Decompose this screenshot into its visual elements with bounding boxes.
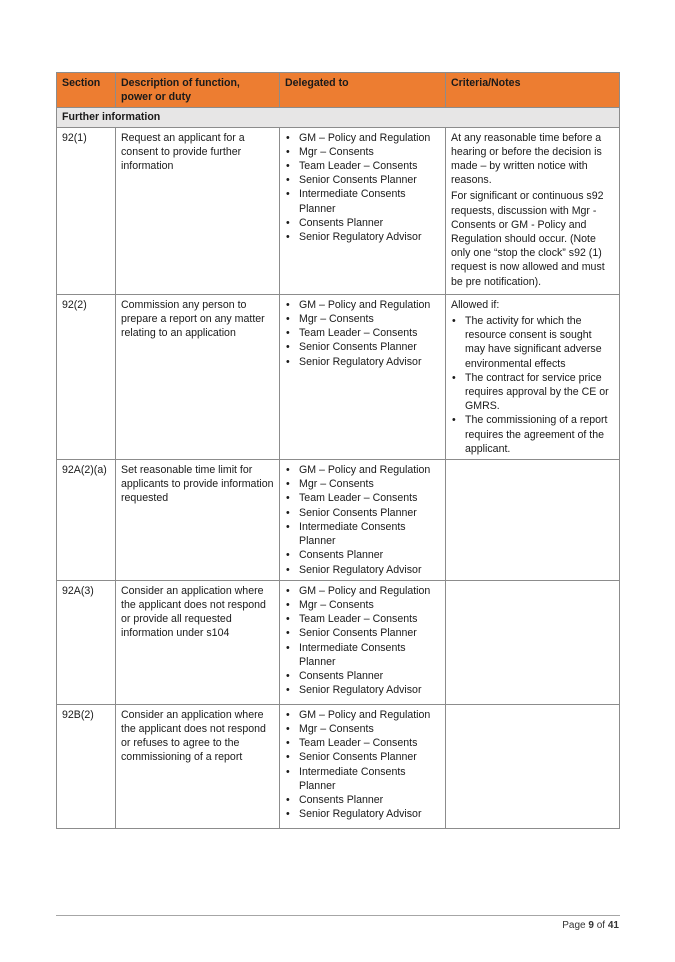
description-cell: Set reasonable time limit for applicants… (115, 459, 280, 581)
criteria-notes-cell: Allowed if: The activity for which the re… (445, 293, 620, 461)
delegate-item: Mgr – Consents (286, 145, 440, 159)
delegate-item: Consents Planner (286, 793, 440, 807)
description-cell: Commission any person to prepare a repor… (115, 293, 280, 461)
delegate-list: GM – Policy and RegulationMgr – Consents… (285, 463, 440, 577)
note-bullet: The activity for which the resource cons… (452, 314, 614, 371)
delegate-item: Intermediate Consents Planner (286, 641, 440, 669)
delegated-to-cell: GM – Policy and RegulationMgr – Consents… (279, 579, 446, 705)
description-cell: Consider an application where the applic… (115, 579, 280, 705)
page-current: 9 (588, 920, 594, 931)
delegate-item: Senior Consents Planner (286, 626, 440, 640)
section-cell: 92A(3) (56, 579, 116, 705)
delegated-to-cell: GM – Policy and RegulationMgr – Consents… (279, 293, 446, 461)
header-delegated-to: Delegated to (279, 71, 446, 109)
note-paragraph: For significant or continuous s92 reques… (451, 190, 605, 288)
delegate-item: Consents Planner (286, 548, 440, 562)
document-page: Section Description of function, power o… (0, 0, 675, 962)
delegate-item: GM – Policy and Regulation (286, 584, 440, 598)
delegate-item: Team Leader – Consents (286, 159, 440, 173)
criteria-notes-cell (445, 459, 620, 581)
delegate-item: Team Leader – Consents (286, 612, 440, 626)
section-cell: 92A(2)(a) (56, 459, 116, 581)
note-bullet: The commissioning of a report requires t… (452, 413, 614, 456)
delegate-item: Team Leader – Consents (286, 491, 440, 505)
table-row: 92A(2)(a) Set reasonable time limit for a… (56, 459, 620, 581)
note-paragraph: At any reasonable time before a hearing … (451, 131, 602, 187)
delegate-item: Team Leader – Consents (286, 326, 440, 340)
section-cell: 92B(2) (56, 703, 116, 829)
delegate-item: Team Leader – Consents (286, 736, 440, 750)
description-cell: Consider an application where the applic… (115, 703, 280, 829)
delegate-item: Intermediate Consents Planner (286, 187, 440, 215)
delegated-to-cell: GM – Policy and RegulationMgr – Consents… (279, 459, 446, 581)
criteria-notes-cell (445, 703, 620, 829)
page-total: 41 (607, 920, 619, 931)
header-section: Section (56, 71, 116, 109)
note-bullet: The contract for service price requires … (452, 371, 614, 414)
page-prefix: Page (562, 920, 586, 931)
group-row: Further information (56, 107, 620, 128)
delegate-item: GM – Policy and Regulation (286, 131, 440, 145)
header-description: Description of function, power or duty (115, 71, 280, 109)
footer-divider (56, 915, 620, 916)
group-label: Further information (56, 107, 620, 128)
delegate-item: Senior Consents Planner (286, 173, 440, 187)
delegate-item: Senior Regulatory Advisor (286, 355, 440, 369)
criteria-notes-cell (445, 579, 620, 705)
table-row: 92(2) Commission any person to prepare a … (56, 293, 620, 461)
delegate-item: Senior Regulatory Advisor (286, 807, 440, 821)
section-cell: 92(2) (56, 293, 116, 461)
delegate-item: Intermediate Consents Planner (286, 765, 440, 793)
note-intro: Allowed if: (451, 298, 500, 311)
delegate-list: GM – Policy and RegulationMgr – Consents… (285, 708, 440, 822)
note-bullet-list: The activity for which the resource cons… (451, 314, 614, 456)
table-row: 92B(2) Consider an application where the … (56, 703, 620, 829)
delegate-item: Consents Planner (286, 216, 440, 230)
header-criteria-notes: Criteria/Notes (445, 71, 620, 109)
delegations-table: Section Description of function, power o… (56, 71, 620, 829)
table-row: 92A(3) Consider an application where the … (56, 579, 620, 705)
section-cell: 92(1) (56, 126, 116, 295)
delegate-item: Consents Planner (286, 669, 440, 683)
delegate-item: Senior Consents Planner (286, 750, 440, 764)
delegate-list: GM – Policy and RegulationMgr – Consents… (285, 298, 440, 369)
delegated-to-cell: GM – Policy and RegulationMgr – Consents… (279, 126, 446, 295)
delegate-item: Senior Regulatory Advisor (286, 563, 440, 577)
delegate-item: GM – Policy and Regulation (286, 298, 440, 312)
table-row: 92(1) Request an applicant for a consent … (56, 126, 620, 295)
delegate-item: Senior Consents Planner (286, 340, 440, 354)
delegate-item: Senior Consents Planner (286, 506, 440, 520)
delegate-item: Mgr – Consents (286, 312, 440, 326)
delegate-item: Senior Regulatory Advisor (286, 683, 440, 697)
description-cell: Request an applicant for a consent to pr… (115, 126, 280, 295)
delegate-item: Mgr – Consents (286, 722, 440, 736)
page-number: Page 9 of 41 (562, 920, 619, 931)
delegate-item: Senior Regulatory Advisor (286, 230, 440, 244)
delegate-item: GM – Policy and Regulation (286, 463, 440, 477)
delegate-list: GM – Policy and RegulationMgr – Consents… (285, 584, 440, 698)
delegate-item: Mgr – Consents (286, 477, 440, 491)
delegate-item: Intermediate Consents Planner (286, 520, 440, 548)
page-of: of (596, 920, 606, 931)
delegated-to-cell: GM – Policy and RegulationMgr – Consents… (279, 703, 446, 829)
delegate-item: Mgr – Consents (286, 598, 440, 612)
criteria-notes-cell: At any reasonable time before a hearing … (445, 126, 620, 295)
delegate-item: GM – Policy and Regulation (286, 708, 440, 722)
delegate-list: GM – Policy and RegulationMgr – Consents… (285, 131, 440, 245)
table-header-row: Section Description of function, power o… (56, 71, 620, 109)
